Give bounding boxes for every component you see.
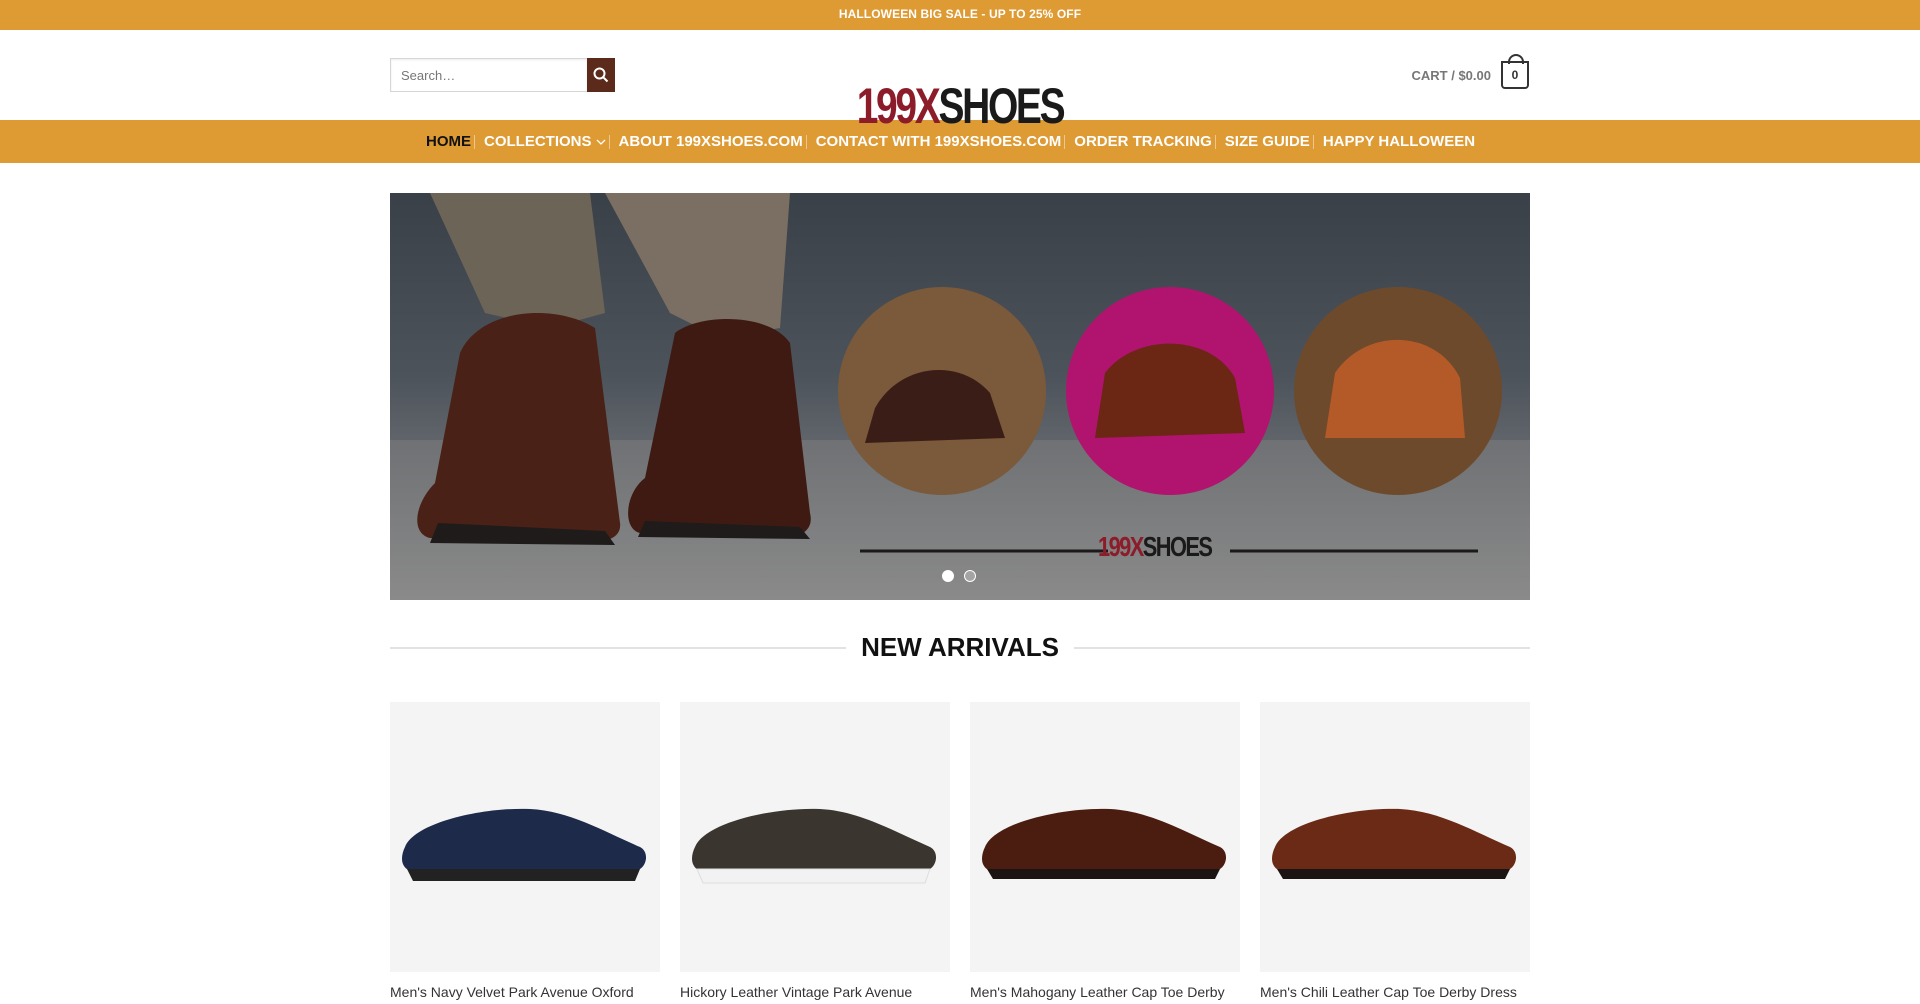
product-grid: Men's Navy Velvet Park Avenue Oxford Hic… bbox=[390, 702, 1530, 1004]
announcement-text: HALLOWEEN BIG SALE - UP TO 25% OFF bbox=[838, 7, 1082, 21]
search-button[interactable] bbox=[587, 58, 615, 92]
site-header: 199XSHOES CART / $0.00 0 bbox=[0, 30, 1920, 134]
slider-dot-1[interactable] bbox=[942, 570, 954, 582]
chevron-down-icon bbox=[596, 139, 605, 145]
hero-slider[interactable]: 199XSHOES bbox=[390, 193, 1530, 600]
product-card[interactable]: Men's Chili Leather Cap Toe Derby Dress bbox=[1260, 702, 1530, 1004]
nav-item-order-tracking[interactable]: ORDER TRACKING bbox=[1074, 133, 1212, 150]
search-form bbox=[390, 58, 615, 92]
shoe-icon bbox=[1272, 808, 1517, 879]
product-image[interactable] bbox=[680, 702, 950, 972]
nav-divider bbox=[805, 134, 807, 149]
new-arrivals-header: NEW ARRIVALS bbox=[390, 632, 1531, 663]
nav-divider bbox=[608, 134, 610, 149]
cart-link[interactable]: CART / $0.00 0 bbox=[1411, 54, 1529, 92]
cart-count-badge: 0 bbox=[1501, 54, 1529, 89]
slider-pagination bbox=[942, 570, 976, 582]
announcement-bar: HALLOWEEN BIG SALE - UP TO 25% OFF bbox=[0, 0, 1920, 30]
nav-item-home[interactable]: HOME bbox=[426, 133, 471, 150]
product-name[interactable]: Men's Chili Leather Cap Toe Derby Dress bbox=[1260, 984, 1530, 1004]
product-name[interactable]: Hickory Leather Vintage Park Avenue bbox=[680, 984, 950, 1004]
hero-logo-part-1: 199X bbox=[1098, 531, 1144, 562]
nav-divider bbox=[1312, 134, 1314, 149]
nav-item-about[interactable]: ABOUT 199XSHOES.COM bbox=[619, 133, 803, 150]
nav-divider bbox=[474, 134, 475, 149]
product-image[interactable] bbox=[1260, 702, 1530, 972]
logo-part-2: SHOES bbox=[938, 78, 1065, 134]
product-card[interactable]: Hickory Leather Vintage Park Avenue bbox=[680, 702, 950, 1004]
search-input[interactable] bbox=[390, 58, 587, 92]
shoe-icon bbox=[402, 808, 647, 881]
hero-banner-image bbox=[417, 193, 1502, 553]
product-name[interactable]: Men's Navy Velvet Park Avenue Oxford bbox=[390, 984, 660, 1004]
shoe-icon bbox=[692, 808, 937, 884]
nav-item-happy-halloween[interactable]: HAPPY HALLOWEEN bbox=[1323, 133, 1475, 150]
nav-item-label: COLLECTIONS bbox=[484, 133, 592, 150]
nav-divider bbox=[1214, 134, 1216, 149]
title-divider-left bbox=[390, 646, 847, 649]
search-icon bbox=[593, 67, 609, 83]
shoe-icon bbox=[982, 808, 1227, 879]
hero-logo-part-2: SHOES bbox=[1142, 531, 1213, 562]
nav-divider bbox=[1064, 134, 1066, 149]
nav-item-collections[interactable]: COLLECTIONS bbox=[484, 133, 606, 150]
site-logo[interactable]: 199X SHOES bbox=[857, 76, 1066, 136]
title-divider-right bbox=[1073, 646, 1531, 649]
section-title: NEW ARRIVALS bbox=[861, 632, 1059, 662]
product-image[interactable] bbox=[390, 702, 660, 972]
hero-logo: 199XSHOES bbox=[1098, 531, 1213, 563]
logo-part-1: 199X bbox=[856, 78, 941, 134]
nav-item-size-guide[interactable]: SIZE GUIDE bbox=[1225, 133, 1310, 150]
product-card[interactable]: Men's Navy Velvet Park Avenue Oxford bbox=[390, 702, 660, 1004]
cart-label: CART / $0.00 bbox=[1411, 67, 1491, 83]
product-card[interactable]: Men's Mahogany Leather Cap Toe Derby bbox=[970, 702, 1240, 1004]
slider-dot-2[interactable] bbox=[964, 570, 976, 582]
product-image[interactable] bbox=[970, 702, 1240, 972]
product-name[interactable]: Men's Mahogany Leather Cap Toe Derby bbox=[970, 984, 1240, 1004]
